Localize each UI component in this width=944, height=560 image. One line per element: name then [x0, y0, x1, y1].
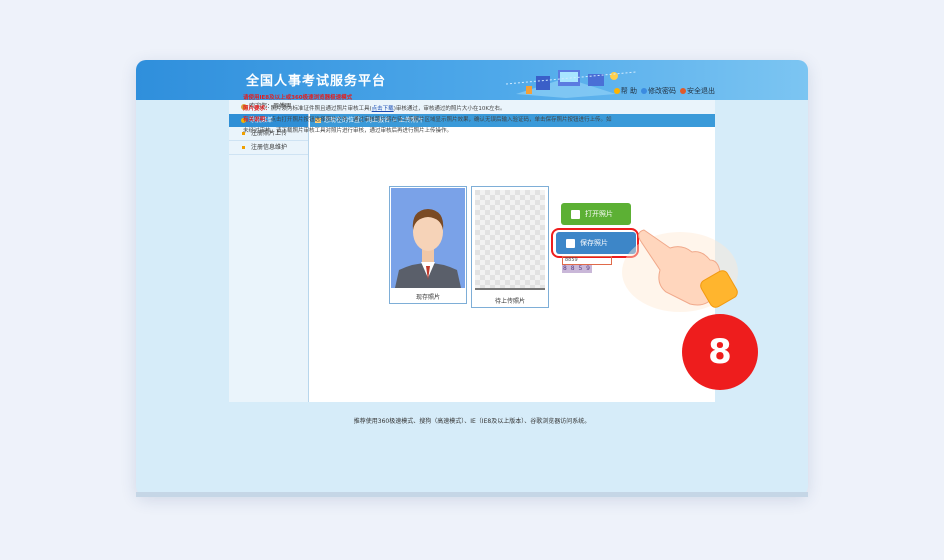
taskbar-strip [136, 492, 808, 497]
change-password-link[interactable]: 修改密码 [641, 86, 676, 96]
upload-notes: 请使用IE8及以上或360极速浏览器极速模式 照片要求：照片须为标准证件照且通过… [243, 93, 613, 137]
instructions: 有关说明：点击打开照片按钮选择照片文件，通过审核照片将在待上传照片区域显示照片效… [243, 117, 612, 134]
step-badge: 8 [682, 314, 758, 390]
key-icon [641, 88, 647, 94]
help-icon [613, 88, 620, 94]
sidebar-item-info-maintenance[interactable]: 注册信息维护 [229, 141, 308, 155]
captcha-input[interactable]: 8859 [562, 256, 612, 265]
logout-link[interactable]: 安全退出 [680, 86, 715, 96]
pending-photo-frame: 待上传照片 [471, 186, 549, 308]
pointing-hand-icon [622, 229, 738, 312]
current-photo [391, 188, 465, 288]
folder-icon [571, 209, 580, 219]
logout-icon [680, 88, 686, 94]
bullet-icon [242, 146, 245, 149]
top-links: 帮 助 修改密码 安全退出 [613, 86, 715, 96]
pending-photo-placeholder [475, 190, 545, 290]
app-title: 全国人事考试服务平台 [246, 74, 387, 89]
current-photo-caption: 现存照片 [415, 294, 440, 301]
sidebar: 导航菜单 注册照片上传 注册信息维护 [229, 114, 309, 402]
pending-photo-caption: 待上传照片 [494, 298, 525, 305]
browser-notice: 请使用IE8及以上或360极速浏览器极速模式 [243, 95, 353, 101]
download-tool-link[interactable]: 点击下载 [372, 106, 394, 112]
footer-note: 推荐使用360极速模式、搜狗（高速模式）、IE（IE8及以上版本）、谷歌浏览器访… [353, 418, 591, 425]
save-icon [566, 238, 575, 248]
photo-requirements: 照片要求：照片须为标准证件照且通过照片审核工具(点击下载)审核通过，审核通过的照… [243, 106, 506, 112]
current-photo-frame: 现存照片 [389, 186, 467, 304]
captcha-image[interactable]: 8 8 5 9 [562, 265, 592, 273]
help-link[interactable]: 帮 助 [613, 86, 637, 96]
